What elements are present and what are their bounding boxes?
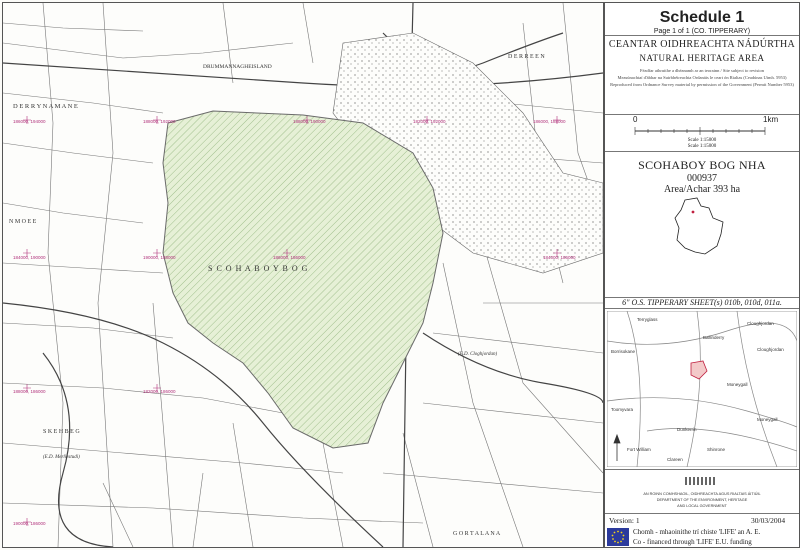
title-box: Schedule 1 Page 1 of 1 (CO. TIPPERARY)	[605, 3, 799, 36]
grid-label: 188000, 190000	[293, 119, 326, 124]
grid-label: 186000, 194000	[13, 119, 46, 124]
ed-label: (E.D. Merliestudi)	[43, 455, 80, 460]
grid-label: 190000, 188000	[143, 255, 176, 260]
place-label: Moneygall	[757, 417, 778, 422]
page-subtitle: Page 1 of 1 (CO. TIPPERARY)	[653, 28, 751, 35]
place-label: Clareen	[667, 457, 683, 462]
grid-label: 186000, 188000	[533, 119, 566, 124]
legend-panel: Schedule 1 Page 1 of 1 (CO. TIPPERARY) C…	[604, 2, 800, 548]
place-label: Cloughjordan	[757, 347, 784, 352]
townland-label: DRUMMANNAGHEISLAND	[203, 64, 272, 70]
site-name: SCOHABOY BOG NHA	[638, 158, 766, 172]
nha-boundary	[162, 110, 444, 449]
place-label: Moneygall	[727, 382, 748, 387]
copyright-note: Reproduced from Ordnance Survey material…	[610, 82, 794, 87]
locator-box: Terryglass Borrisokane Ballinderry Cloug…	[605, 308, 799, 470]
scale-end: 1km	[763, 115, 779, 124]
grid-label: 184000, 186000	[543, 255, 576, 260]
date-label: 30/03/2004	[751, 516, 786, 525]
schedule-title: Schedule 1	[659, 9, 745, 26]
version-label: Version: 1	[609, 516, 640, 525]
grid-label: 182000, 186000	[143, 389, 176, 394]
place-label: Terryglass	[637, 317, 658, 322]
copyright-note-irish: Measúnachtaí d'ábhar na Suirbhéireachta …	[617, 75, 787, 80]
grid-label: 188000, 192000	[143, 119, 176, 124]
eu-flag-icon	[607, 528, 629, 546]
scale-bar	[634, 127, 766, 135]
eu-funding-english: Co - financed through 'LIFE' E.U. fundin…	[633, 538, 752, 546]
heritage-box: CEANTAR OIDHREACHTA NÁDÚRTHA NATURAL HER…	[605, 36, 799, 115]
english-title: NATURAL HERITAGE AREA	[639, 53, 765, 63]
townland-label: S K E H B E G	[43, 429, 80, 435]
place-label: Dunkerrin	[677, 427, 697, 432]
grid-label: 182000, 192000	[413, 119, 446, 124]
site-box: SCOHABOY BOG NHA 000937 Area/Achar 393 h…	[605, 152, 799, 307]
place-label: Fort William	[627, 447, 651, 452]
scale-box: 0 1km Scale 1:15000 Scale 1:15000	[605, 115, 799, 152]
locator-map: Terryglass Borrisokane Ballinderry Cloug…	[607, 311, 797, 467]
irish-title: CEANTAR OIDHREACHTA NÁDÚRTHA	[608, 39, 796, 50]
revision-note: Féadfar athruithe a dhéanamh ar an teora…	[639, 68, 765, 73]
bog-label: S C O H A B O Y B O G	[208, 264, 308, 273]
department-crest-icon	[685, 477, 715, 485]
scale-text: Scale 1:15000 Scale 1:15000	[605, 138, 799, 150]
eu-funding-irish: Chomh - mhaoinithe trí chiste 'LIFE' an …	[633, 528, 761, 536]
map-panel[interactable]: 186000, 194000 188000, 192000 188000, 19…	[2, 2, 604, 548]
department-english-2: AND LOCAL GOVERNMENT	[677, 504, 727, 508]
grid-label: 188000, 186000	[13, 389, 46, 394]
os-sheet-reference: 6" O.S. TIPPERARY SHEET(s) 010b, 010d, 0…	[622, 298, 782, 307]
townland-label: D E R R Y N A M A N E	[13, 103, 78, 110]
scale-line-2: Scale 1:15000	[687, 144, 717, 149]
place-label: Cloughjordan	[747, 321, 774, 326]
grid-label: 184000, 190000	[13, 255, 46, 260]
department-box: AN ROINN COMHSHAOIL, OIDHREACHTA AGUS RI…	[605, 469, 799, 514]
grid-label: 190000, 186000	[13, 521, 46, 526]
map-sheet: 186000, 194000 188000, 192000 188000, 19…	[0, 0, 800, 550]
place-label: Ballinderry	[703, 335, 725, 340]
scale-zero: 0	[633, 115, 638, 124]
county-outline	[674, 197, 724, 255]
townland-label: G O R T A L A N A	[453, 531, 501, 537]
townland-label: N M O E E	[9, 219, 37, 225]
os-map: 186000, 194000 188000, 192000 188000, 19…	[3, 3, 603, 547]
place-label: Shinrone	[707, 447, 726, 452]
department-text: AN ROINN COMHSHAOIL, OIDHREACHTA AGUS RI…	[605, 491, 799, 509]
place-label: Borrisokane	[611, 349, 636, 354]
townland-label: D E R R E E N	[508, 54, 545, 60]
site-code: 000937	[687, 173, 717, 184]
ed-label: (E.D. Cloghjordan)	[458, 352, 497, 357]
place-label: Toomyvara	[611, 407, 634, 412]
grid-label: 186000, 186000	[273, 255, 306, 260]
